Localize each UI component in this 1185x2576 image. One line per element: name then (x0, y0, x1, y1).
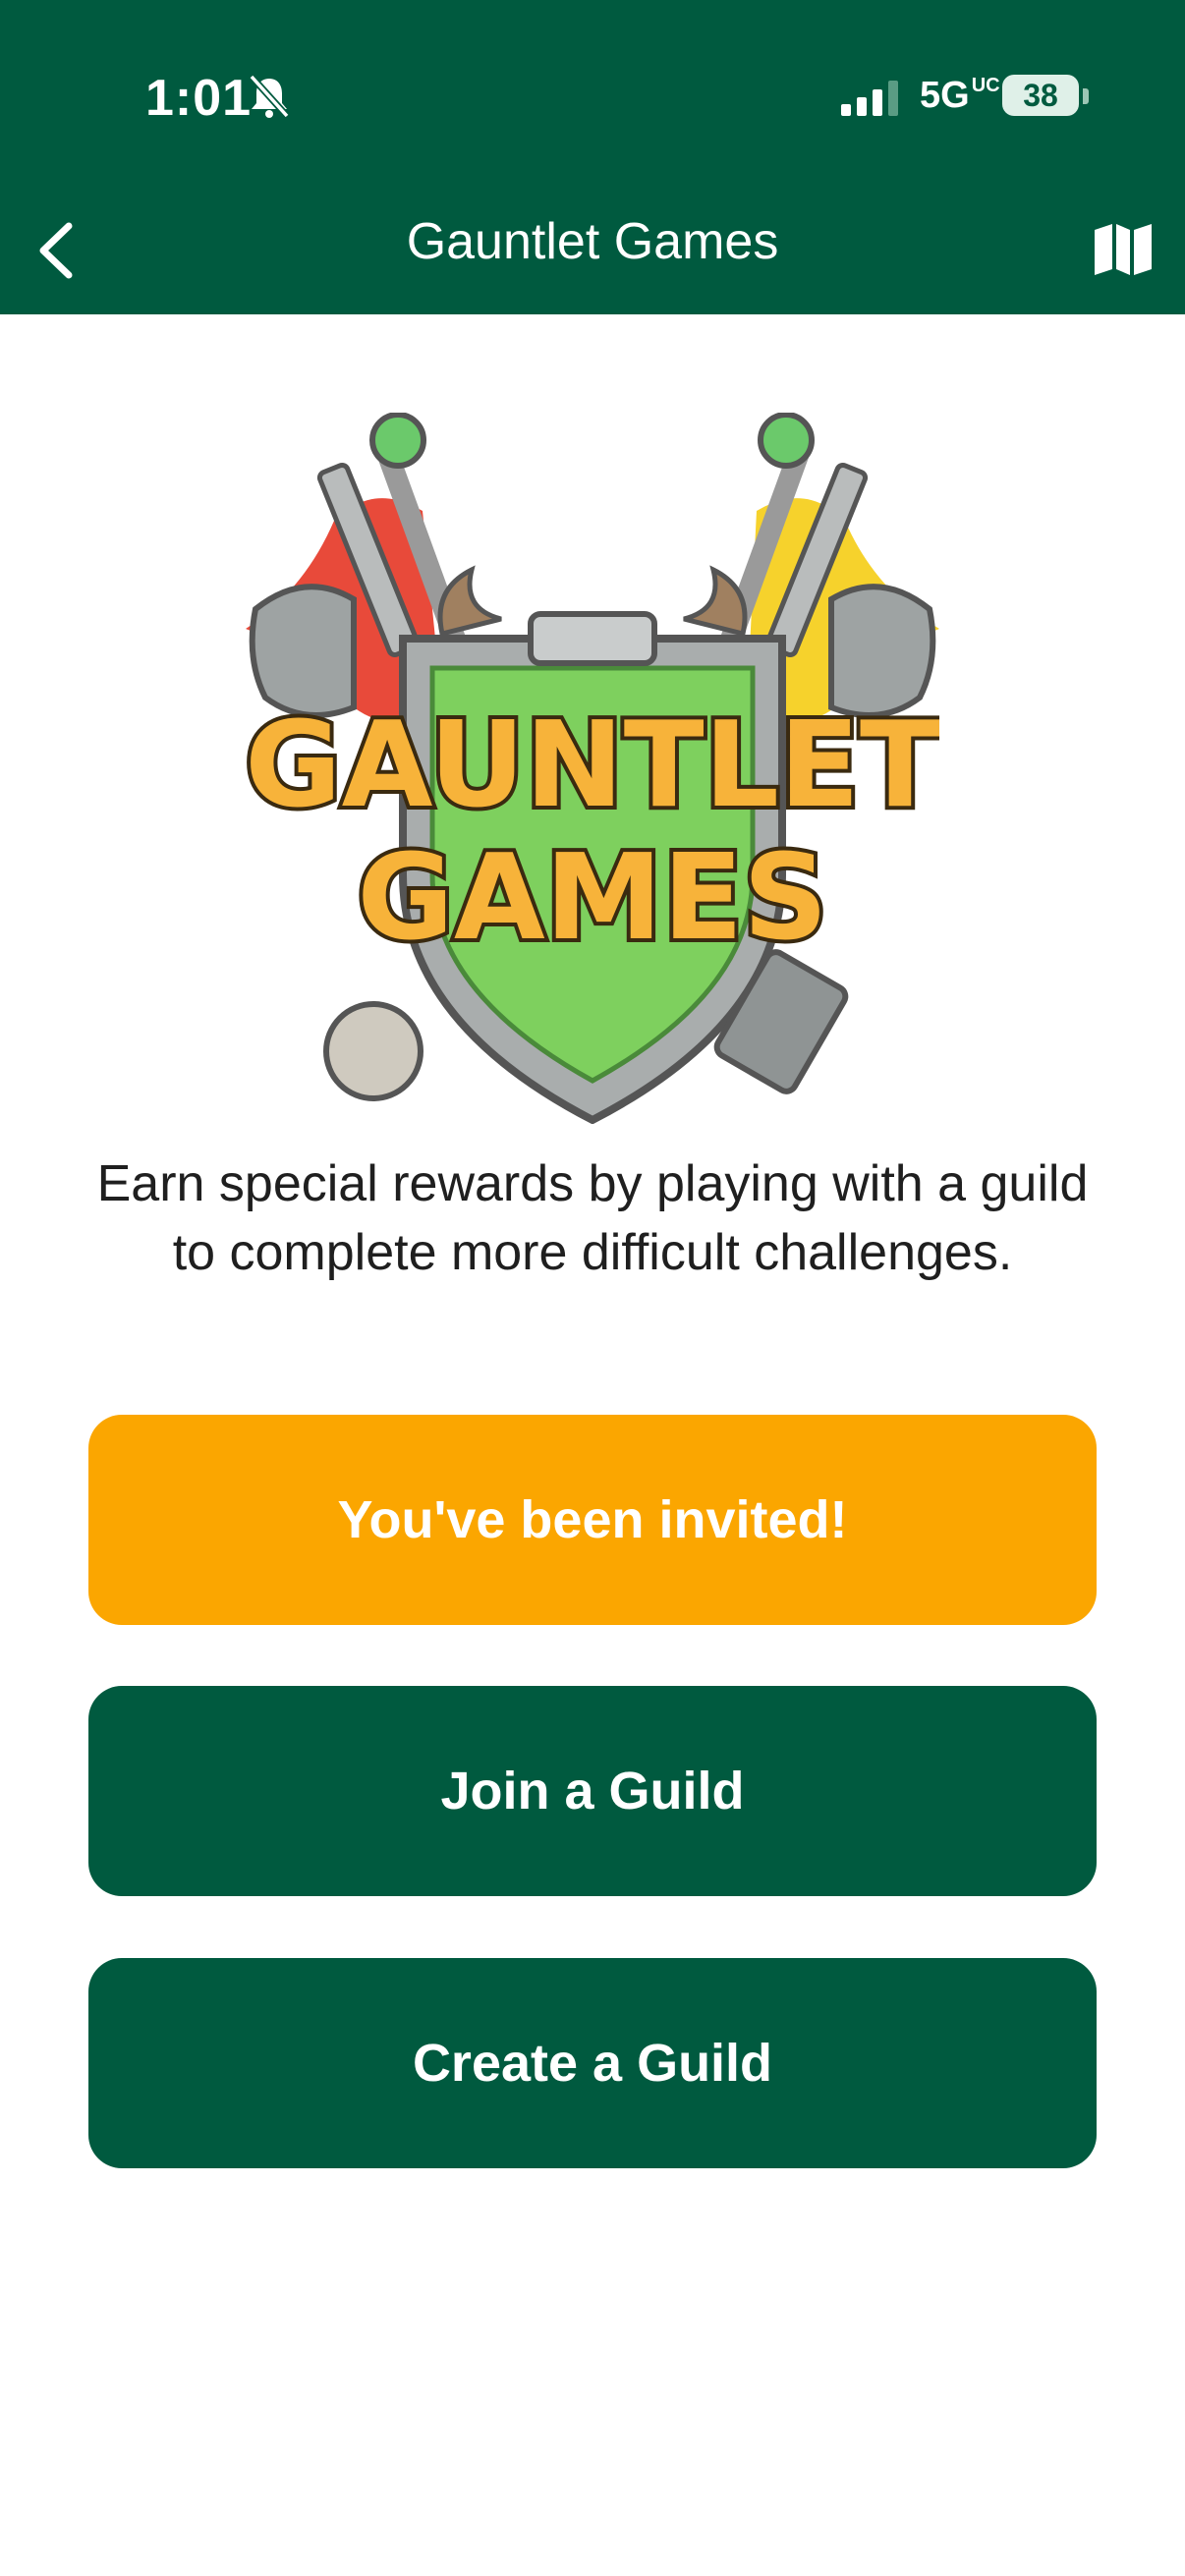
network-label: 5G (920, 75, 970, 116)
logo-title-line1: GAUNTLET (246, 698, 939, 834)
status-time: 1:01 (145, 70, 253, 127)
battery-indicator: 38 (1002, 75, 1079, 116)
page-title: Gauntlet Games (406, 213, 779, 270)
cellular-signal-icon (841, 81, 898, 116)
description-text: Earn special rewards by playing with a g… (96, 1155, 1089, 1281)
logo-title-line2: GAMES (357, 830, 827, 967)
map-icon[interactable] (1093, 222, 1154, 277)
app-header: 1:01 5G UC 38 Gauntlet Games (0, 0, 1185, 314)
invited-button[interactable]: You've been invited! (88, 1415, 1097, 1625)
silent-bell-icon (249, 74, 290, 119)
create-guild-button[interactable]: Create a Guild (88, 1958, 1097, 2168)
network-type: 5G UC (920, 75, 1000, 117)
join-guild-button[interactable]: Join a Guild (88, 1686, 1097, 1896)
network-suffix: UC (971, 75, 1000, 96)
battery-tip (1083, 88, 1089, 104)
gauntlet-games-logo: GAUNTLET GAMES (246, 413, 939, 1124)
